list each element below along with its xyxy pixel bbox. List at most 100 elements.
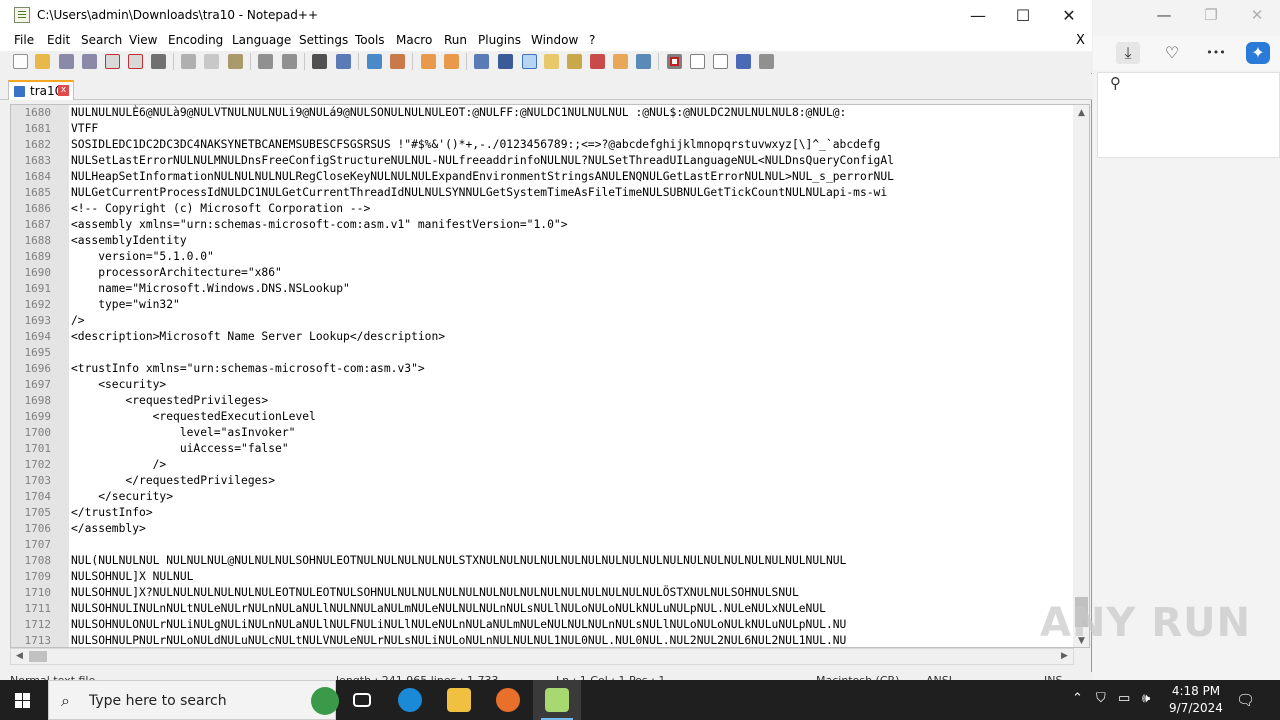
- editor-line[interactable]: 1708 NUL(NULNULNUL NULNULNUL@NULNULNULSOH…: [11, 553, 1073, 569]
- editor-line[interactable]: 1682 SOSIDLEDC1DC2DC3DC4NAKSYNETBCANEMSUB…: [11, 137, 1073, 153]
- tab-close-icon[interactable]: x: [58, 85, 69, 96]
- play-macro-icon[interactable]: [713, 54, 728, 69]
- editor-line[interactable]: 1697 <security>: [11, 377, 1073, 393]
- taskbar-edge[interactable]: [386, 680, 434, 720]
- close-file-icon[interactable]: [105, 54, 120, 69]
- scroll-up-icon[interactable]: ▲: [1073, 105, 1089, 121]
- editor-line[interactable]: 1707: [11, 537, 1073, 553]
- taskbar-file-explorer[interactable]: [435, 680, 483, 720]
- define-language-icon[interactable]: [544, 54, 559, 69]
- editor-line[interactable]: 1712 NULSOHNULONULrNULiNULgNULiNULnNULaNU…: [11, 617, 1073, 633]
- editor-line[interactable]: 1687 <assembly xmlns="urn:schemas-microso…: [11, 217, 1073, 233]
- copy-icon[interactable]: [204, 54, 219, 69]
- editor-line[interactable]: 1706 </assembly>: [11, 521, 1073, 537]
- editor-line[interactable]: 1713 NULSOHNULPNULrNULoNULdNULuNULcNULtNU…: [11, 633, 1073, 647]
- notification-icon[interactable]: 🗨: [1236, 691, 1255, 709]
- minimize-button[interactable]: —: [955, 0, 1001, 31]
- save-macro-icon[interactable]: [759, 54, 774, 69]
- open-file-icon[interactable]: [35, 54, 50, 69]
- editor-line[interactable]: 1685 NULGetCurrentProcessIdNULDC1NULGetCu…: [11, 185, 1073, 201]
- menu-language[interactable]: Language: [232, 33, 291, 47]
- menu-edit[interactable]: Edit: [47, 33, 70, 47]
- editor-line[interactable]: 1690 processorArchitecture="x86": [11, 265, 1073, 281]
- editor-line[interactable]: 1700 level="asInvoker": [11, 425, 1073, 441]
- editor-line[interactable]: 1692 type="win32": [11, 297, 1073, 313]
- menu-macro[interactable]: Macro: [396, 33, 432, 47]
- editor-line[interactable]: 1693 />: [11, 313, 1073, 329]
- text-editor[interactable]: 1680 NULNULNULÈ6@NULà9@NULVTNULNULNULi9@N…: [10, 104, 1090, 648]
- taskbar-notepadpp[interactable]: [533, 680, 581, 720]
- paste-icon[interactable]: [228, 54, 243, 69]
- menu-run[interactable]: Run: [444, 33, 467, 47]
- task-view-button[interactable]: [338, 680, 386, 720]
- cut-icon[interactable]: [181, 54, 196, 69]
- editor-line[interactable]: 1704 </security>: [11, 489, 1073, 505]
- function-list-icon[interactable]: [590, 54, 605, 69]
- pin-icon[interactable]: ⚲: [1110, 74, 1121, 92]
- print-icon[interactable]: [151, 54, 166, 69]
- editor-line[interactable]: 1701 uiAccess="false": [11, 441, 1073, 457]
- run-macro-multiple-icon[interactable]: [736, 54, 751, 69]
- editor-line[interactable]: 1681 VTFF: [11, 121, 1073, 137]
- record-macro-icon[interactable]: [667, 54, 682, 69]
- document-map-icon[interactable]: [567, 54, 582, 69]
- editor-line[interactable]: 1688 <assemblyIdentity: [11, 233, 1073, 249]
- show-all-characters-icon[interactable]: [498, 54, 513, 69]
- new-file-icon[interactable]: [13, 54, 28, 69]
- editor-line[interactable]: 1689 version="5.1.0.0": [11, 249, 1073, 265]
- zoom-out-icon[interactable]: [390, 54, 405, 69]
- editor-line[interactable]: 1703 </requestedPrivileges>: [11, 473, 1073, 489]
- network-icon[interactable]: ▭: [1118, 691, 1130, 706]
- editor-line[interactable]: 1683 NULSetLastErrorNULNULMNULDnsFreeConf…: [11, 153, 1073, 169]
- editor-line[interactable]: 1694 <description>Microsoft Name Server L…: [11, 329, 1073, 345]
- editor-line[interactable]: 1709 NULSOHNUL]X NULNUL: [11, 569, 1073, 585]
- menu-view[interactable]: View: [129, 33, 157, 47]
- menu-encoding[interactable]: Encoding: [168, 33, 223, 47]
- scroll-left-icon[interactable]: ◀: [11, 649, 28, 664]
- sync-horizontal-icon[interactable]: [444, 54, 459, 69]
- menu-tools[interactable]: Tools: [355, 33, 385, 47]
- editor-line[interactable]: 1686 <!-- Copyright (c) Microsoft Corpora…: [11, 201, 1073, 217]
- taskbar-clock[interactable]: 4:18 PM 9/7/2024: [1160, 683, 1232, 717]
- redo-icon[interactable]: [282, 54, 297, 69]
- zoom-in-icon[interactable]: [367, 54, 382, 69]
- indent-guide-icon[interactable]: [522, 54, 537, 69]
- word-wrap-icon[interactable]: [474, 54, 489, 69]
- close-all-icon[interactable]: [128, 54, 143, 69]
- editor-line[interactable]: 1699 <requestedExecutionLevel: [11, 409, 1073, 425]
- sync-vertical-icon[interactable]: [421, 54, 436, 69]
- scrollbar-thumb[interactable]: [29, 651, 47, 662]
- menu-search[interactable]: Search: [81, 33, 122, 47]
- folder-as-workspace-icon[interactable]: [613, 54, 628, 69]
- scroll-right-icon[interactable]: ▶: [1056, 649, 1073, 664]
- security-icon[interactable]: ⛉: [1096, 691, 1106, 706]
- volume-icon[interactable]: 🕪: [1142, 691, 1150, 706]
- show-hidden-icons-icon[interactable]: ⌃: [1072, 691, 1083, 706]
- monitoring-icon[interactable]: [636, 54, 651, 69]
- maximize-button[interactable]: ☐: [1000, 0, 1046, 31]
- browser-restore-button[interactable]: ❐: [1188, 0, 1234, 31]
- editor-line[interactable]: 1680 NULNULNULÈ6@NULà9@NULVTNULNULNULi9@N…: [11, 105, 1073, 121]
- editor-line[interactable]: 1684 NULHeapSetInformationNULNULNULNULReg…: [11, 169, 1073, 185]
- editor-line[interactable]: 1695: [11, 345, 1073, 361]
- browser-minimize-button[interactable]: —: [1141, 0, 1187, 31]
- close-button[interactable]: ✕: [1046, 0, 1092, 31]
- copilot-icon[interactable]: ✦: [1246, 42, 1270, 64]
- vertical-scrollbar[interactable]: ▲ ▼: [1073, 105, 1089, 647]
- menu-settings[interactable]: Settings: [299, 33, 348, 47]
- menu-file[interactable]: File: [14, 33, 34, 47]
- start-button[interactable]: [0, 680, 48, 720]
- menu-window[interactable]: Window: [531, 33, 578, 47]
- browser-close-button[interactable]: ✕: [1234, 0, 1280, 31]
- close-document-button[interactable]: X: [1076, 33, 1085, 48]
- undo-icon[interactable]: [258, 54, 273, 69]
- editor-line[interactable]: 1698 <requestedPrivileges>: [11, 393, 1073, 409]
- menu-plugins[interactable]: Plugins: [478, 33, 521, 47]
- taskbar-search[interactable]: ⌕ Type here to search: [48, 680, 339, 720]
- replace-icon[interactable]: [336, 54, 351, 69]
- taskbar-firefox[interactable]: [484, 680, 532, 720]
- title-bar[interactable]: C:\Users\admin\Downloads\tra10 - Notepad…: [0, 0, 1092, 31]
- more-options-icon[interactable]: •••: [1204, 42, 1228, 64]
- find-icon[interactable]: [312, 54, 327, 69]
- save-all-icon[interactable]: [82, 54, 97, 69]
